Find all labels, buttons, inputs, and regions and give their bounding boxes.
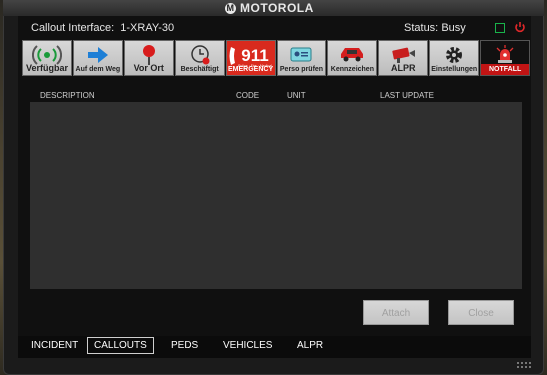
tab-peds[interactable]: PEDS xyxy=(171,340,198,351)
tab-incident[interactable]: INCIDENT xyxy=(31,340,78,351)
clock-icon xyxy=(190,45,210,65)
kennzeichen-button[interactable]: Kennzeichen xyxy=(327,40,378,76)
minimize-button[interactable] xyxy=(495,23,505,33)
callout-screen: Callout Interface: 1-XRAY-30 Status: Bus… xyxy=(18,16,531,358)
column-last-update: LAST UPDATE xyxy=(380,91,434,100)
panic-icon xyxy=(496,45,514,63)
column-unit: UNIT xyxy=(287,91,306,100)
vor-ort-button[interactable]: Vor Ort xyxy=(123,40,174,76)
close-button[interactable]: Close xyxy=(448,300,514,325)
status-toolbar: Verfügbar Auf dem Weg Vor Ort Beschäftig… xyxy=(22,40,531,77)
tab-alpr[interactable]: ALPR xyxy=(297,340,323,351)
svg-text:911: 911 xyxy=(241,46,268,65)
bottom-tabs: INCIDENT CALLOUTS PEDS VEHICLES ALPR xyxy=(18,336,531,358)
tab-callouts[interactable]: CALLOUTS xyxy=(87,337,154,354)
car-icon xyxy=(341,48,364,62)
callouts-table: DESCRIPTION CODE UNIT LAST UPDATE xyxy=(30,88,522,289)
alpr-button[interactable]: ALPR xyxy=(378,40,429,76)
header-bar: Callout Interface: 1-XRAY-30 Status: Bus… xyxy=(18,16,531,38)
mdt-device: M MOTOROLA Callout Interface: 1-XRAY-30 … xyxy=(3,0,544,375)
table-header: DESCRIPTION CODE UNIT LAST UPDATE xyxy=(30,88,522,102)
einstellungen-button[interactable]: Einstellungen xyxy=(429,40,480,76)
arrow-right-icon xyxy=(87,47,108,63)
emergency-911-button[interactable]: 911 Police · Fire · Medical EMERGENCY xyxy=(225,40,276,76)
status-text: Status: Busy xyxy=(404,22,466,34)
table-body[interactable] xyxy=(30,102,522,289)
tab-vehicles[interactable]: VEHICLES xyxy=(223,340,272,351)
attach-button[interactable]: Attach xyxy=(363,300,429,325)
brand-logo: M MOTOROLA xyxy=(225,1,314,15)
unit-id: 1-XRAY-30 xyxy=(120,22,175,34)
id-card-icon xyxy=(290,47,312,62)
window-title: Callout Interface: 1-XRAY-30 xyxy=(31,22,175,34)
resize-grip-icon[interactable] xyxy=(516,361,533,371)
verfuegbar-button[interactable]: Verfügbar xyxy=(22,40,72,76)
status-value: Busy xyxy=(441,22,466,34)
power-icon[interactable] xyxy=(514,21,526,33)
beschaeftigt-button[interactable]: Beschäftigt xyxy=(174,40,225,76)
emergency-phone-icon: 911 Police · Fire · Medical xyxy=(229,46,272,68)
auf-dem-weg-button[interactable]: Auf dem Weg xyxy=(72,40,123,76)
gear-icon xyxy=(446,47,463,63)
motorola-logo-icon: M xyxy=(225,2,236,14)
perso-pruefen-button[interactable]: Perso prüfen xyxy=(276,40,327,76)
column-description: DESCRIPTION xyxy=(40,91,95,100)
camera-icon xyxy=(392,47,416,63)
notfall-button[interactable]: NOTFALL xyxy=(480,40,531,76)
brand-bar: M MOTOROLA xyxy=(3,0,544,16)
brand-name: MOTOROLA xyxy=(240,1,314,15)
column-code: CODE xyxy=(236,91,260,100)
